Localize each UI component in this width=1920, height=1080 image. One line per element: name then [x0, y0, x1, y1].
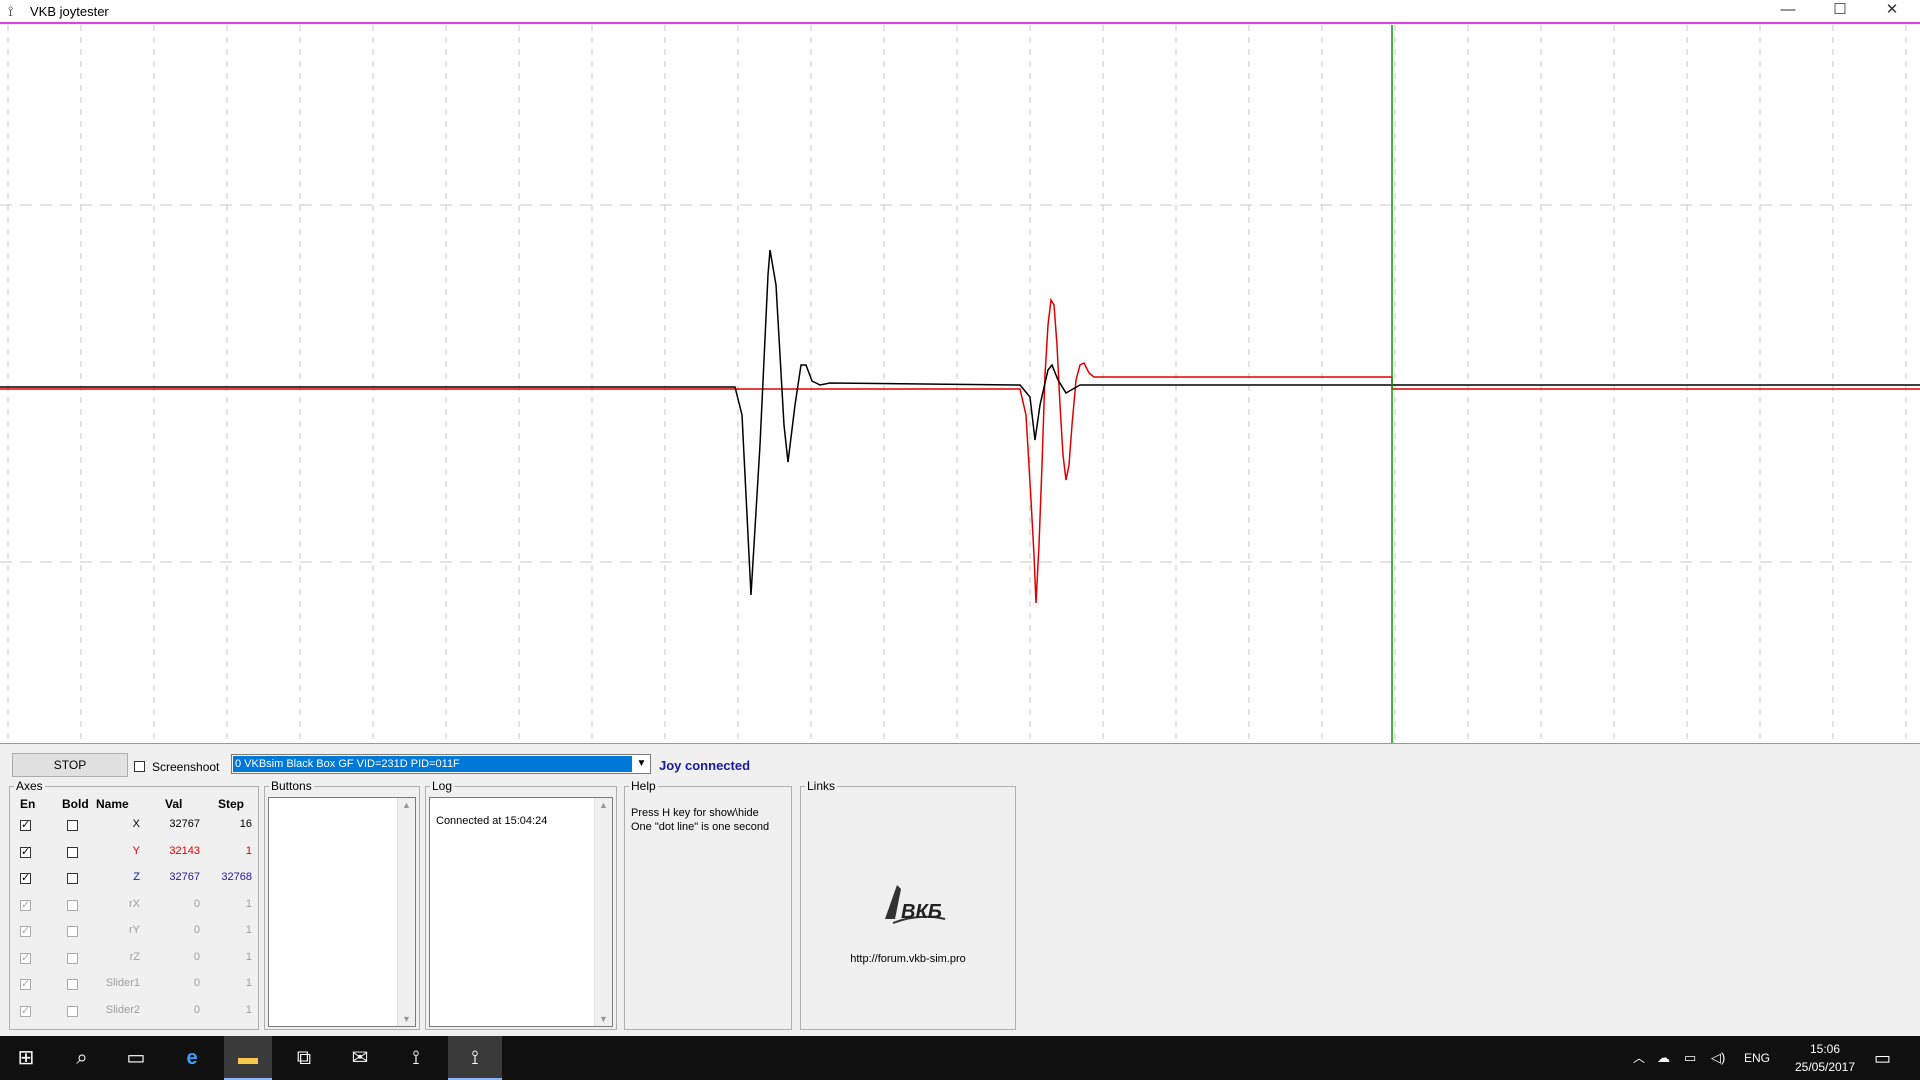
minimize-button[interactable]: — — [1762, 0, 1814, 22]
axis-value: 0 — [193, 897, 200, 910]
header-bold: Bold — [62, 797, 89, 811]
axis-enable-checkbox[interactable]: ✓ — [20, 952, 31, 964]
vkb-logo-text: ВКБ — [901, 901, 942, 923]
axis-name: Slider1 — [105, 977, 140, 989]
buttons-list[interactable]: ▲ ▼ — [268, 797, 416, 1027]
axis-name: Slider2 — [105, 1003, 140, 1016]
clock[interactable]: 15:06 25/05/2017 — [1790, 1040, 1860, 1076]
windows-start-icon[interactable]: ⊞ — [2, 1036, 50, 1080]
chevron-down-icon[interactable]: ▼ — [633, 755, 650, 773]
volume-icon[interactable]: ◁) — [1711, 1036, 1725, 1080]
axis-value: 0 — [193, 977, 200, 989]
signal-plot — [0, 25, 1920, 744]
screenshot-label: Screenshoot — [152, 760, 220, 774]
axis-enable-checkbox[interactable]: ✓ — [20, 1005, 31, 1017]
axis-enable-checkbox[interactable]: ✓ — [20, 926, 31, 937]
task-view-icon[interactable]: ▭ — [112, 1036, 160, 1080]
plot-svg — [0, 25, 1920, 743]
axis-step: 1 — [245, 1003, 252, 1016]
scroll-down-icon[interactable]: ▼ — [398, 1014, 415, 1024]
device-select-value: 0 VKBsim Black Box GF VID=231D PID=011F — [233, 756, 632, 772]
network-icon[interactable]: ▭ — [1684, 1036, 1696, 1080]
axis-enable-checkbox[interactable]: ✓ — [20, 846, 31, 858]
taskbar: ⊞ ⌕ ▭ e ▬ ⧉ ✉ ⟟ ⟟ ︿ ☁ ▭ ◁) ENG 15:06 25/… — [0, 1036, 1920, 1080]
scroll-up-icon[interactable]: ▲ — [398, 800, 415, 810]
clock-date: 25/05/2017 — [1794, 1060, 1856, 1074]
axis-step: 1 — [245, 924, 252, 936]
axis-value: 0 — [193, 950, 200, 963]
axis-step: 1 — [245, 897, 252, 910]
links-group: Links ВКБ http://forum.vkb-sim.pro — [800, 779, 1016, 1030]
notifications-icon[interactable]: ▭ — [1874, 1036, 1891, 1080]
axis-value: 32767 — [169, 818, 200, 830]
trace-x-axis — [0, 249, 1920, 596]
axis-enable-checkbox[interactable]: ✓ — [20, 979, 31, 990]
onedrive-icon[interactable]: ☁ — [1657, 1036, 1670, 1080]
joystick-app-icon[interactable]: ⟟ — [392, 1036, 440, 1080]
scroll-up-icon[interactable]: ▲ — [595, 800, 612, 810]
title-bar: ⟟ VKB joytester — ☐ ✕ — [0, 0, 1920, 24]
axis-name: Y — [132, 844, 140, 857]
forum-link[interactable]: http://forum.vkb-sim.pro — [801, 953, 1015, 965]
buttons-legend: Buttons — [269, 779, 314, 793]
language-indicator[interactable]: ENG — [1744, 1036, 1770, 1080]
log-list[interactable]: Connected at 15:04:24 ▲ ▼ — [429, 797, 613, 1027]
help-line-2: One "dot line" is one second — [631, 821, 770, 833]
axis-step: 32768 — [221, 871, 252, 883]
axis-enable-checkbox[interactable]: ✓ — [20, 820, 31, 831]
file-explorer-icon[interactable]: ▬ — [224, 1036, 272, 1080]
log-scrollbar[interactable]: ▲ ▼ — [594, 798, 612, 1026]
header-step: Step — [218, 797, 245, 811]
help-group: Help Press H key for show\hide One "dot … — [624, 779, 792, 1030]
device-select[interactable]: 0 VKBsim Black Box GF VID=231D PID=011F … — [231, 754, 651, 774]
help-legend: Help — [629, 779, 658, 793]
axis-enable-checkbox[interactable]: ✓ — [20, 899, 31, 911]
connection-status: Joy connected — [659, 758, 751, 773]
window-title: VKB joytester — [30, 4, 109, 19]
axis-enable-checkbox[interactable]: ✓ — [20, 873, 31, 884]
axis-step: 1 — [245, 844, 252, 857]
axis-name: X — [132, 818, 140, 830]
links-legend: Links — [805, 779, 838, 793]
joytester-icon[interactable]: ⟟ — [448, 1036, 502, 1080]
axis-value: 0 — [193, 1003, 200, 1016]
axis-step: 1 — [245, 977, 252, 989]
vkb-logo: ВКБ — [879, 879, 949, 929]
stop-button[interactable]: STOP — [12, 753, 128, 777]
horizontal-grid — [0, 204, 1920, 563]
scroll-down-icon[interactable]: ▼ — [595, 1014, 612, 1024]
axis-value: 32143 — [169, 844, 200, 857]
store-icon[interactable]: ⧉ — [280, 1036, 328, 1080]
log-legend: Log — [430, 779, 455, 793]
axes-legend: Axes — [14, 779, 45, 793]
screenshot-checkbox[interactable] — [134, 761, 145, 772]
header-name: Name — [96, 797, 129, 811]
tray-chevron-icon[interactable]: ︿ — [1633, 1036, 1645, 1080]
controls-panel: STOP Screenshoot 0 VKBsim Black Box GF V… — [0, 744, 1920, 1036]
maximize-button[interactable]: ☐ — [1814, 0, 1866, 22]
axis-name: rZ — [129, 950, 140, 963]
trace-y-axis — [0, 297, 1920, 604]
axes-group: Axes En Bold Name Val Step ✓ X 32767 16 ✓ Y 32… — [9, 779, 259, 1030]
header-val: Val — [165, 797, 183, 811]
axis-value: 32767 — [169, 871, 200, 883]
axis-name: rX — [129, 897, 140, 910]
buttons-group: Buttons ▲ ▼ — [264, 779, 420, 1030]
close-button[interactable]: ✕ — [1866, 0, 1918, 22]
search-icon[interactable]: ⌕ — [58, 1036, 106, 1080]
mail-icon[interactable]: ✉ — [336, 1036, 384, 1080]
axis-value: 0 — [193, 924, 200, 936]
buttons-scrollbar[interactable]: ▲ ▼ — [397, 798, 415, 1026]
axis-step: 16 — [239, 818, 252, 830]
edge-icon[interactable]: e — [168, 1036, 216, 1080]
clock-time: 15:06 — [1809, 1042, 1841, 1056]
joystick-icon: ⟟ — [8, 3, 14, 19]
axis-name: Z — [133, 871, 140, 883]
axis-step: 1 — [245, 950, 252, 963]
log-group: Log Connected at 15:04:24 ▲ ▼ — [425, 779, 617, 1030]
log-line: Connected at 15:04:24 — [436, 815, 548, 827]
axis-name: rY — [129, 924, 140, 936]
help-line-1: Press H key for show\hide — [631, 807, 759, 819]
header-en: En — [20, 797, 36, 811]
